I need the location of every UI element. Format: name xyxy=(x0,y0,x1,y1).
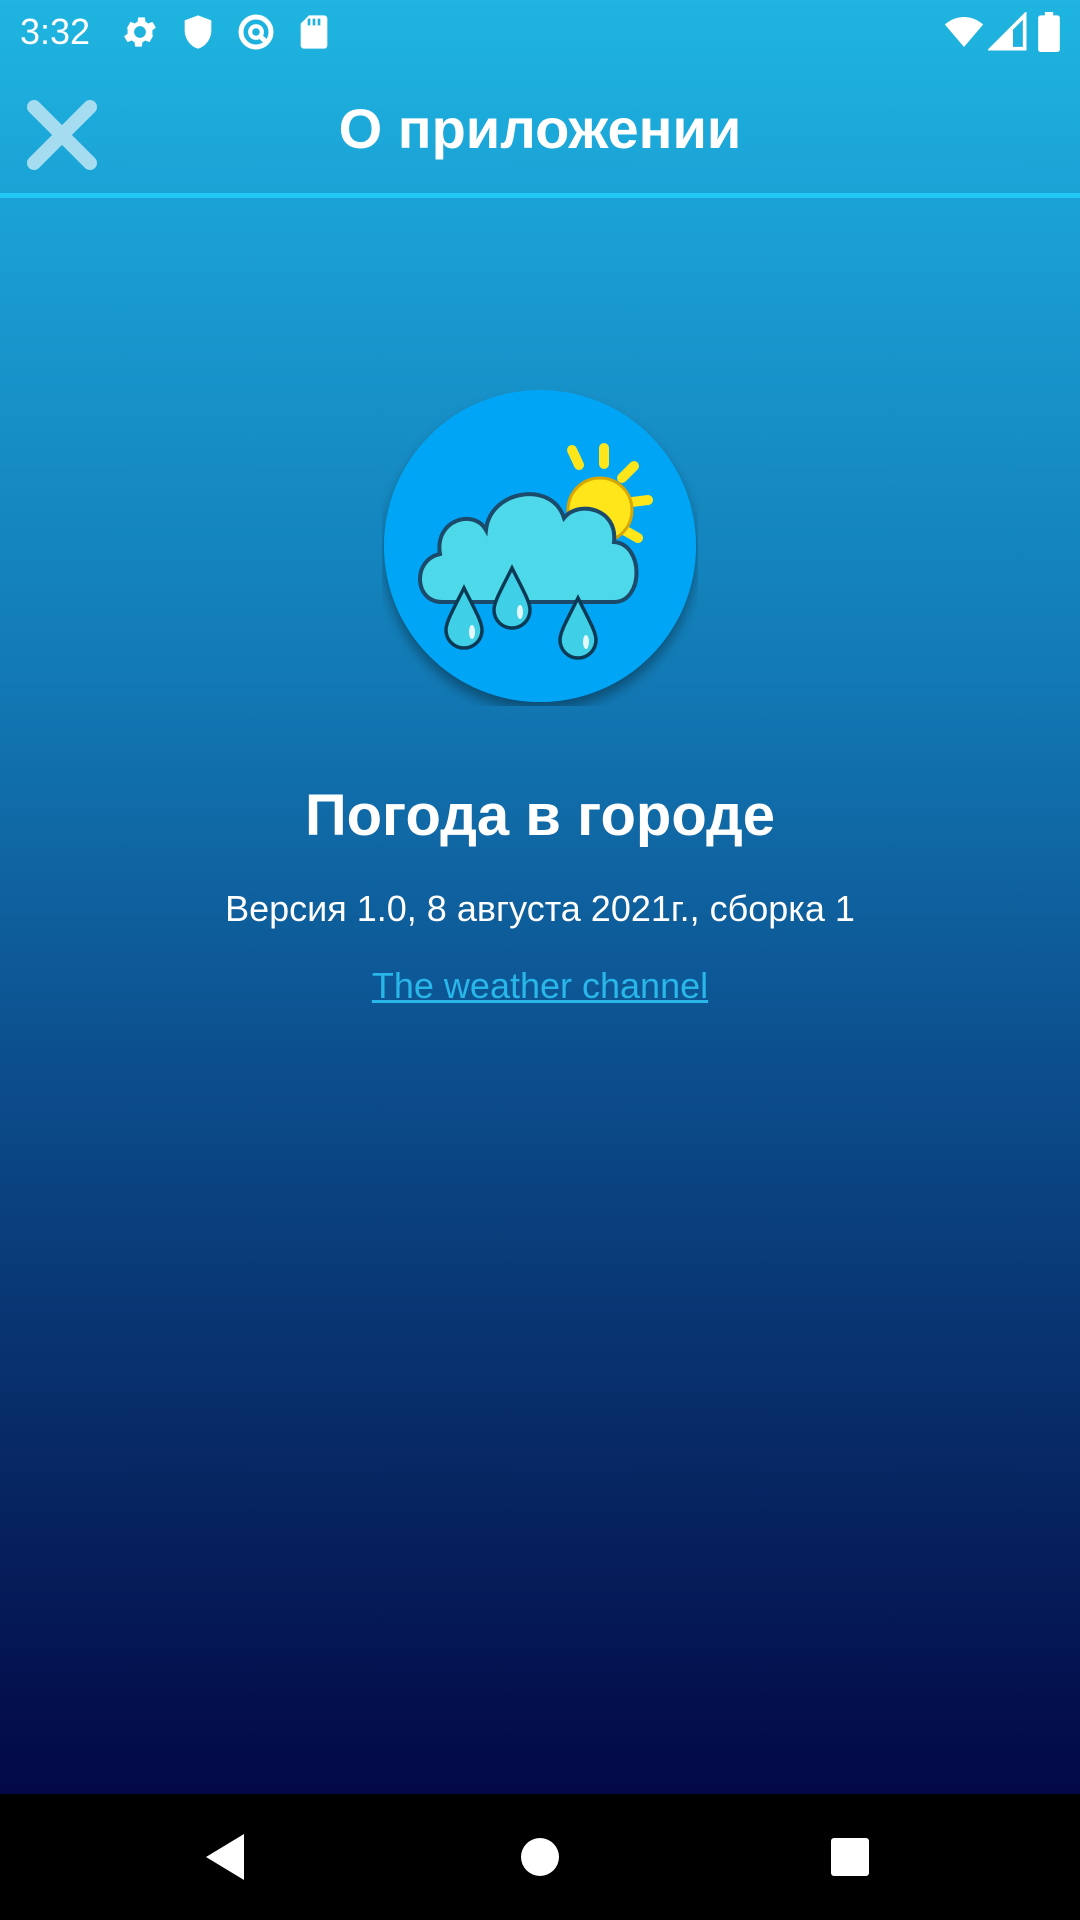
weather-channel-link-row: The weather channel xyxy=(0,962,1080,1010)
home-button[interactable] xyxy=(505,1822,575,1892)
close-icon xyxy=(20,100,104,181)
recents-icon xyxy=(815,1838,885,1896)
app-version: Версия 1.0, 8 августа 2021г., сборка 1 xyxy=(225,888,855,929)
status-bar: 3:32 xyxy=(0,0,1080,63)
vpn-key-icon xyxy=(236,12,276,52)
battery-icon xyxy=(1036,12,1062,53)
back-icon xyxy=(190,1834,260,1896)
wifi-icon xyxy=(944,12,984,52)
weather-channel-link[interactable]: The weather channel xyxy=(372,965,708,1006)
app-logo xyxy=(382,390,698,706)
recents-button[interactable] xyxy=(815,1822,885,1892)
sd-card-icon xyxy=(294,12,334,52)
weather-rain-cloud-sun-icon xyxy=(382,390,698,710)
shield-icon xyxy=(178,12,218,52)
toolbar-divider xyxy=(0,193,1080,198)
back-button[interactable] xyxy=(190,1822,260,1892)
app-name: Погода в городе xyxy=(304,783,776,848)
about-screen: 3:32 О приложении Погода в городе Версия… xyxy=(0,0,1080,1920)
navigation-bar xyxy=(0,1794,1080,1920)
home-icon xyxy=(505,1838,575,1896)
cell-signal-icon xyxy=(986,10,1028,52)
page-title: О приложении xyxy=(338,97,742,160)
toolbar: О приложении xyxy=(0,63,1080,193)
status-time: 3:32 xyxy=(20,11,91,52)
settings-gear-icon xyxy=(120,12,160,52)
